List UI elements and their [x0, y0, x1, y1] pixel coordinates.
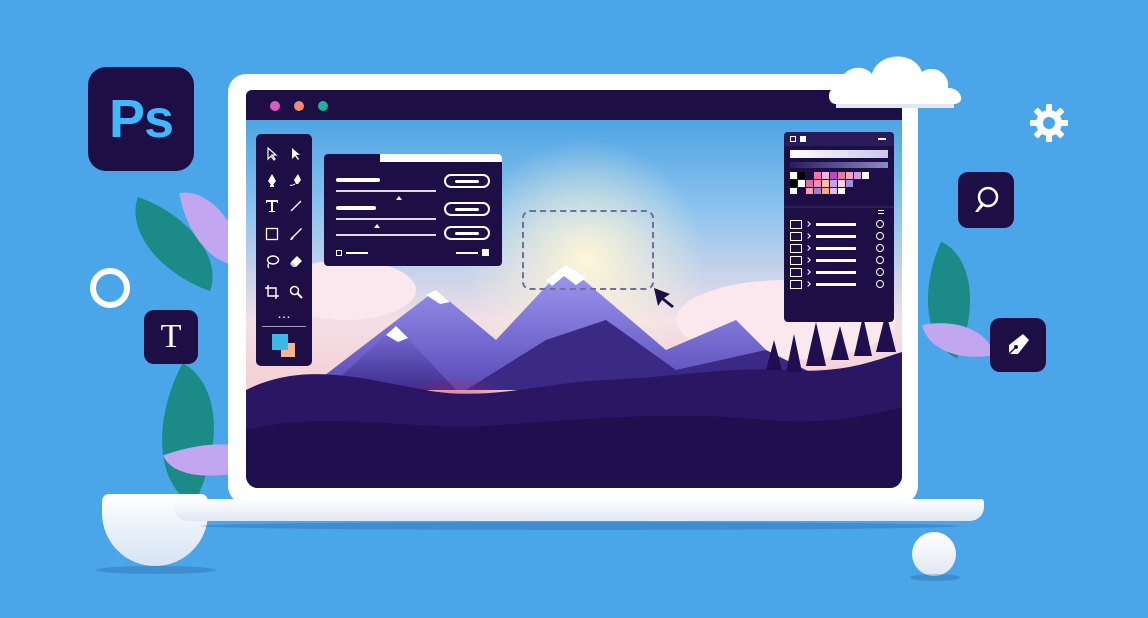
select-arrow-icon[interactable]: [286, 144, 306, 164]
lasso-icon[interactable]: [262, 252, 282, 272]
plant-bowl-shadow: [96, 566, 216, 574]
layer-row-5[interactable]: [790, 268, 888, 278]
swatches-tab-1[interactable]: [790, 136, 796, 142]
laptop-shadow: [200, 522, 960, 530]
laptop-base: [174, 499, 984, 521]
photoshop-logo: Ps: [88, 67, 194, 171]
properties-panel-tab[interactable]: [324, 154, 380, 162]
toolbar-divider: [262, 326, 306, 327]
gear-icon: [1030, 104, 1068, 142]
window-titlebar: [246, 90, 902, 120]
slider-1-value-field[interactable]: [444, 174, 490, 188]
slider-2-label: [336, 206, 376, 210]
foreground-color-swatch[interactable]: [272, 334, 288, 350]
slider-1-track[interactable]: [336, 190, 436, 192]
app-screen: …: [246, 90, 902, 488]
decorative-ball: [912, 532, 956, 576]
pen-tool-icon: [1008, 334, 1029, 355]
slider-2-thumb[interactable]: [396, 196, 402, 200]
line-tool-icon[interactable]: [286, 196, 306, 216]
close-window-button[interactable]: [270, 101, 280, 111]
selection-marquee[interactable]: [522, 210, 654, 290]
layer-row-1[interactable]: [790, 220, 888, 230]
layer-row-2[interactable]: [790, 232, 888, 242]
panel-checkbox-label: [346, 252, 368, 254]
color-swatch-grid[interactable]: [790, 172, 890, 194]
decorative-ball-shadow: [910, 574, 960, 581]
slider-1-label: [336, 178, 380, 182]
panel-footer-line: [456, 252, 478, 254]
pen-icon[interactable]: [262, 170, 282, 190]
maximize-window-button[interactable]: [318, 101, 328, 111]
brush-badge: [958, 172, 1014, 228]
crop-icon[interactable]: [262, 282, 282, 302]
layer-row-4[interactable]: [790, 256, 888, 266]
slider-3-thumb[interactable]: [374, 224, 380, 228]
gradient-bar-2[interactable]: [790, 162, 888, 168]
gradient-bar[interactable]: [790, 150, 888, 158]
cloud-decoration: [828, 56, 962, 108]
minimize-window-button[interactable]: [294, 101, 304, 111]
slider-3-track[interactable]: [336, 234, 436, 236]
eraser-icon[interactable]: [286, 252, 306, 272]
zoom-icon[interactable]: [286, 282, 306, 302]
brush-icon: [975, 186, 999, 212]
properties-panel: [324, 154, 502, 266]
brush-icon[interactable]: [286, 224, 306, 244]
panel-footer-square[interactable]: [482, 249, 489, 256]
layers-menu-icon[interactable]: [878, 210, 884, 214]
swatches-tab-2[interactable]: [800, 136, 806, 142]
tools-panel: …: [256, 134, 312, 366]
pen-tool-badge: [990, 318, 1046, 372]
more-tools-button[interactable]: …: [256, 306, 312, 320]
text-tool-icon[interactable]: [262, 196, 282, 216]
panel-menu-line[interactable]: [878, 138, 886, 140]
layers-panel-divider: [784, 206, 894, 208]
decorative-ring: [90, 268, 130, 308]
slider-3-value-field[interactable]: [444, 226, 490, 240]
layer-row-3[interactable]: [790, 244, 888, 254]
swatches-layers-panel: [784, 132, 894, 322]
type-tool-badge: T: [144, 310, 198, 364]
direct-select-icon[interactable]: [262, 144, 282, 164]
freeform-pen-icon[interactable]: [286, 170, 306, 190]
rectangle-icon[interactable]: [262, 224, 282, 244]
layer-row-6[interactable]: [790, 280, 888, 290]
slider-2-value-field[interactable]: [444, 202, 490, 216]
panel-checkbox[interactable]: [336, 250, 342, 256]
slider-2-track[interactable]: [336, 218, 436, 220]
type-tool-icon: T: [160, 318, 182, 355]
cursor-arrow-icon: [654, 288, 674, 308]
